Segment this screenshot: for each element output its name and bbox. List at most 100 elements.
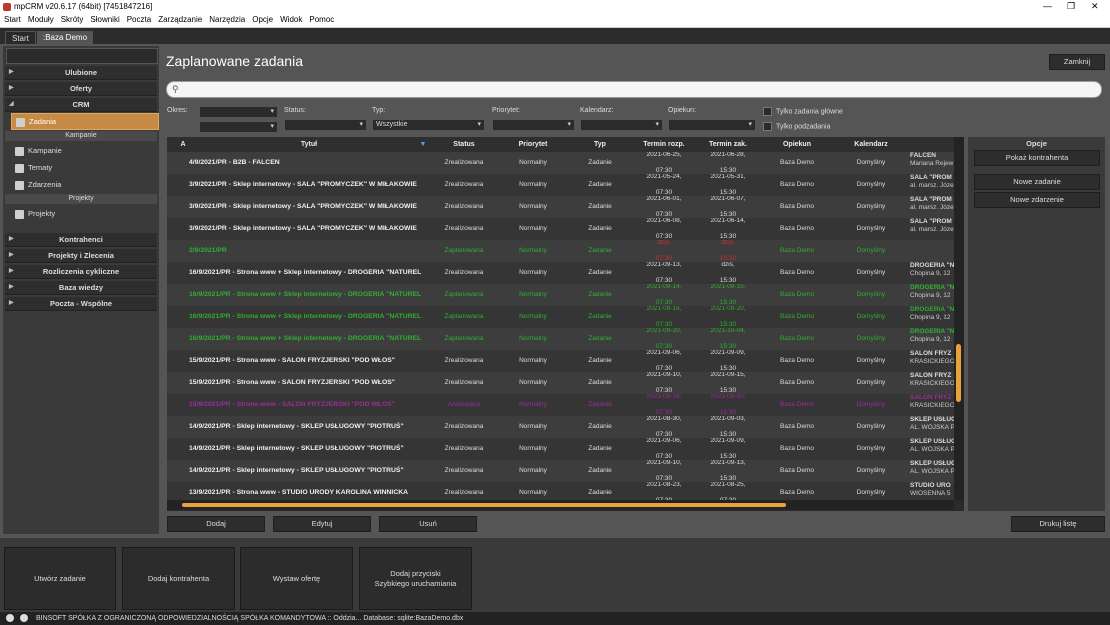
close-window-button[interactable]: ✕	[1091, 1, 1099, 12]
vertical-scroll-thumb[interactable]	[956, 344, 961, 402]
menu-narzedzia[interactable]: Narzędzia	[205, 14, 248, 24]
sidebar-section-projekty-zlecenia[interactable]: ▶ Projekty i Zlecenia	[5, 249, 157, 263]
menu-pomoc[interactable]: Pomoc	[305, 14, 337, 24]
pokaz-kontrahenta-button[interactable]: Pokaż kontrahenta	[974, 150, 1100, 166]
table-row[interactable]: 16/9/2021/PR - Strona www + Sklep intern…	[167, 306, 954, 329]
cell-t: 14/9/2021/PR - Sklep internetowy - SKLEP…	[189, 423, 404, 430]
kalendarz-select[interactable]: ▾	[580, 119, 663, 131]
drukuj-liste-button[interactable]: Drukuj listę	[1011, 516, 1105, 532]
menu-zarzadzanie[interactable]: Zarządzanie	[154, 14, 205, 24]
zamknij-button[interactable]: Zamknij	[1049, 54, 1105, 70]
sidebar-section-crm[interactable]: ◢ CRM	[5, 98, 157, 112]
tylko-glowne-checkbox[interactable]: Tylko zadania główne	[763, 107, 843, 116]
cell-line: 15:30	[719, 453, 737, 460]
table-row[interactable]: 3/9/2021/PR - Sklep internetowy - SALA "…	[167, 218, 954, 241]
maximize-button[interactable]: ❐	[1067, 1, 1075, 12]
table-row[interactable]: 4/9/2021/PR - B2B - FALCEN Zrealizowana No…	[167, 152, 954, 175]
horizontal-scroll-thumb[interactable]	[182, 503, 786, 507]
sidebar-item-projekty[interactable]: Projekty	[11, 206, 157, 221]
sidebar-section-oferty[interactable]: ▶ Oferty	[5, 82, 157, 96]
sidebar-section-kontrahenci[interactable]: ▶ Kontrahenci	[5, 233, 157, 247]
table-row[interactable]: 15/9/2021/PR - Strona www - SALON FRYZJE…	[167, 394, 954, 417]
menu-poczta[interactable]: Poczta	[123, 14, 154, 24]
minimize-button[interactable]: —	[1043, 1, 1052, 11]
menu-start[interactable]: Start	[0, 14, 24, 24]
tylko-podzadania-checkbox[interactable]: Tylko podzadania	[763, 122, 830, 131]
col-header-a[interactable]: A	[177, 137, 189, 152]
table-row[interactable]: 14/9/2021/PR - Sklep internetowy - SKLEP…	[167, 438, 954, 461]
sidebar-item-zdarzenia[interactable]: Zdarzenia	[11, 177, 157, 192]
table-row[interactable]: 15/9/2021/PR - Strona www - SALON FRYZJE…	[167, 372, 954, 395]
col-header-termin-rozp[interactable]: Termin rozp.	[632, 137, 696, 152]
col-header-status[interactable]: Status	[430, 137, 498, 152]
sidebar-section-baza-wiedzy[interactable]: ▶ Baza wiedzy	[5, 281, 157, 295]
table-row[interactable]: 14/9/2021/PR - Sklep internetowy - SKLEP…	[167, 416, 954, 439]
edytuj-button[interactable]: Edytuj	[273, 516, 371, 532]
menu-slowniki[interactable]: Słowniki	[86, 14, 122, 24]
cell-line: Chopina 9, 12	[910, 270, 951, 277]
chevron-down-icon: ▾	[359, 121, 363, 128]
okres-from-select[interactable]: ▾	[199, 106, 278, 118]
events-icon	[15, 180, 24, 190]
typ-select[interactable]: Wszystkie ▾	[372, 119, 485, 131]
status-select[interactable]: ▾	[284, 119, 367, 131]
vertical-scrollbar[interactable]	[954, 137, 964, 500]
cell-c: SKLEP USŁUG AL. WOJSKA P	[910, 416, 954, 438]
sidebar-item-kampanie[interactable]: Kampanie	[11, 143, 157, 158]
tab-start[interactable]: Start	[5, 31, 36, 45]
table-row[interactable]: 16/9/2021/PR - Strona www + Sklep intern…	[167, 328, 954, 351]
sidebar-section-ulubione[interactable]: ▶ Ulubione	[5, 66, 157, 80]
menu-opcje[interactable]: Opcje	[248, 14, 276, 24]
menu-widok[interactable]: Widok	[276, 14, 305, 24]
cell-line: 2021-08-30,	[646, 416, 682, 422]
nowe-zdarzenie-button[interactable]: Nowe zdarzenie	[974, 192, 1100, 208]
col-header-kalendarz[interactable]: Kalendarz	[834, 137, 908, 152]
sidebar-search-input[interactable]	[6, 48, 158, 64]
dodaj-przyciski-button[interactable]: Dodaj przyciski Szybkiego uruchamiania	[359, 547, 472, 610]
cell-line: 2021-09-15,	[710, 372, 746, 378]
table-row[interactable]: 15/9/2021/PR - Strona www - SALON FRYZJE…	[167, 350, 954, 373]
sidebar-section-poczta[interactable]: ▶ Poczta - Wspólne	[5, 297, 157, 311]
table-row[interactable]: 14/9/2021/PR - Sklep internetowy - SKLEP…	[167, 460, 954, 483]
utworz-zadanie-button[interactable]: Utwórz zadanie	[4, 547, 116, 610]
tab-baza-demo[interactable]: :Baza Demo	[37, 31, 94, 44]
horizontal-scrollbar[interactable]	[167, 500, 954, 510]
cell-line: 2021-06-08,	[646, 218, 682, 224]
opiekun-select[interactable]: ▾	[668, 119, 756, 131]
search-input[interactable]: ⚲	[166, 81, 1102, 98]
col-header-opiekun[interactable]: Opiekun	[760, 137, 834, 152]
table-row[interactable]: 16/9/2021/PR - Strona www + Sklep intern…	[167, 284, 954, 307]
sidebar-item-tematy[interactable]: Tematy	[11, 160, 157, 175]
dodaj-kontrahenta-button[interactable]: Dodaj kontrahenta	[122, 547, 235, 610]
sidebar-section-rozliczenia[interactable]: ▶ Rozliczenia cykliczne	[5, 265, 157, 279]
menu-moduly[interactable]: Moduły	[24, 14, 57, 24]
cell-z: 2021-09-15, 15:30	[696, 372, 760, 394]
nowe-zadanie-button[interactable]: Nowe zadanie	[974, 174, 1100, 190]
okres-to-select[interactable]: ▾	[199, 121, 278, 133]
table-row[interactable]: 3/9/2021/PR - Sklep internetowy - SALA "…	[167, 174, 954, 197]
section-label: Poczta - Wspólne	[49, 299, 113, 308]
wystaw-oferte-button[interactable]: Wystaw ofertę	[240, 547, 353, 610]
usun-button[interactable]: Usuń	[379, 516, 477, 532]
cell-p: Normalny	[519, 423, 547, 430]
sidebar-item-zadania[interactable]: Zadania	[11, 113, 159, 130]
cell-t: 15/9/2021/PR - Strona www - SALON FRYZJE…	[189, 357, 395, 364]
table-row[interactable]: 3/9/2021/PR - Sklep internetowy - SALA "…	[167, 196, 954, 219]
menu-skroty[interactable]: Skróty	[57, 14, 87, 24]
col-header-tytul[interactable]: Tytuł	[189, 137, 429, 152]
table-row[interactable]: 2/9/2021/PR Zaplanowana Normalny Zadanie dzi…	[167, 240, 954, 263]
cell-line: 2021-09-09,	[710, 438, 746, 444]
filter-icon[interactable]: ▼	[417, 137, 429, 152]
dodaj-button[interactable]: Dodaj	[167, 516, 265, 532]
cell-ty: Zadanie	[588, 423, 612, 430]
cell-o: Baza Demo	[780, 489, 814, 496]
cell-p: Normalny	[519, 313, 547, 320]
table-row[interactable]: 16/9/2021/PR - Strona www + Sklep intern…	[167, 262, 954, 285]
col-header-typ[interactable]: Typ	[568, 137, 632, 152]
priorytet-select[interactable]: ▾	[492, 119, 575, 131]
col-header-priorytet[interactable]: Priorytet	[498, 137, 568, 152]
cell-k: Domyślny	[856, 357, 886, 364]
col-header-termin-zak[interactable]: Termin zak.	[696, 137, 760, 152]
table-row[interactable]: 13/9/2021/PR - Strona www - STUDIO URODY…	[167, 482, 954, 500]
cell-line: 07:30	[655, 387, 673, 394]
